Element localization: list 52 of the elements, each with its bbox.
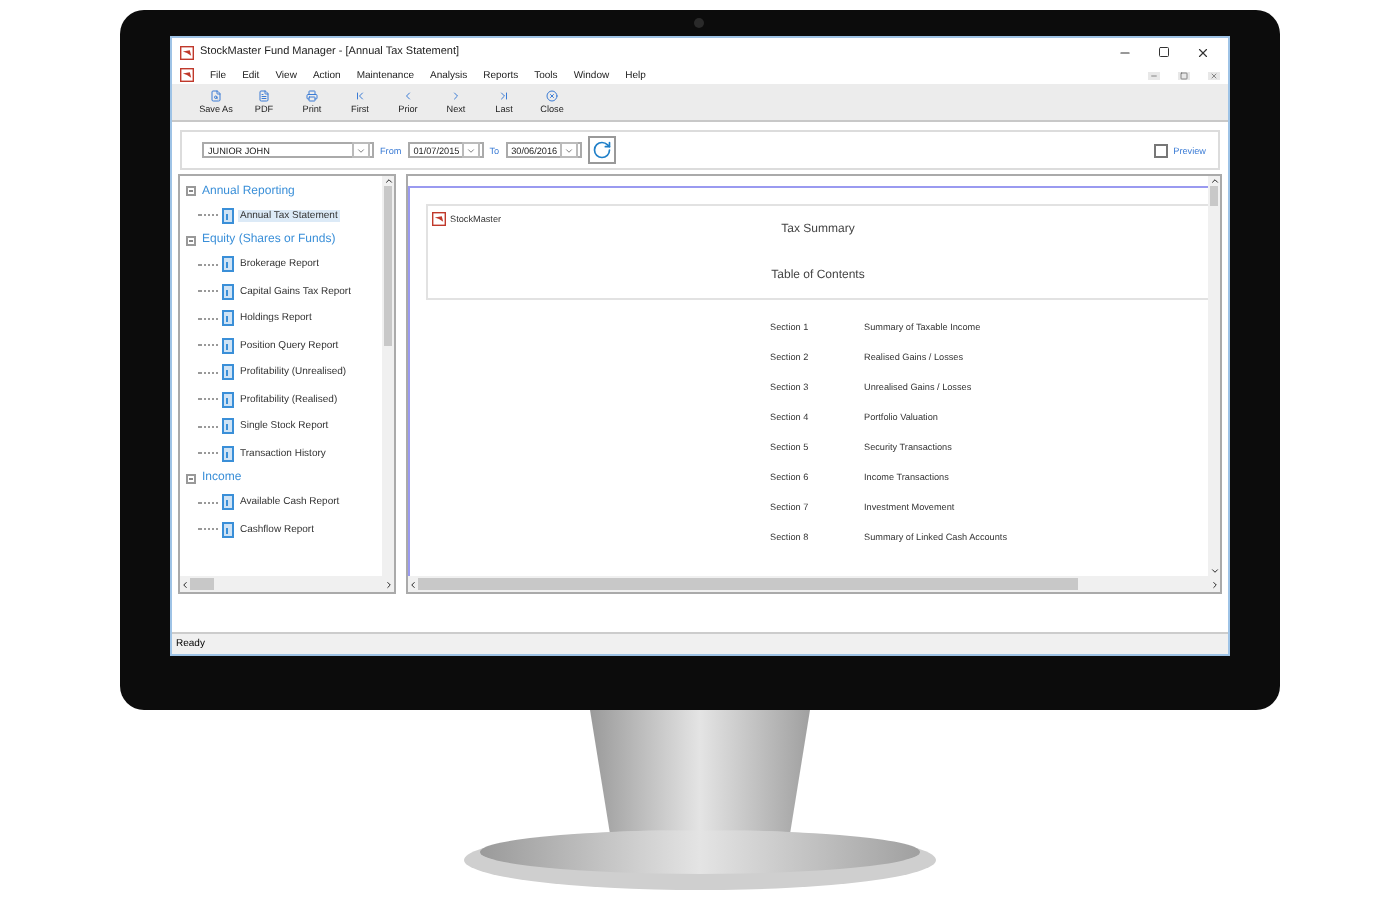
scroll-thumb[interactable] <box>418 578 1078 590</box>
refresh-button[interactable] <box>587 136 616 164</box>
horizontal-scrollbar[interactable] <box>408 576 1220 592</box>
caret-icon <box>356 145 366 155</box>
caret-icon <box>563 145 574 155</box>
scroll-thumb[interactable] <box>190 578 214 590</box>
logo-icon <box>180 68 194 82</box>
scroll-thumb[interactable] <box>384 186 392 346</box>
vertical-scrollbar[interactable] <box>1208 176 1220 576</box>
previous-icon <box>402 90 414 102</box>
vertical-scrollbar[interactable] <box>382 176 394 576</box>
preview-checkbox[interactable] <box>1153 143 1168 157</box>
logo-icon <box>180 45 194 59</box>
scroll-left-icon[interactable] <box>180 579 190 589</box>
camera-icon <box>694 18 704 28</box>
horizontal-scrollbar[interactable] <box>180 576 394 592</box>
report-icon <box>222 418 234 435</box>
collapse-icon[interactable] <box>186 473 196 483</box>
scroll-down-icon[interactable] <box>1209 566 1219 576</box>
report-icon <box>222 283 234 300</box>
next-icon <box>450 90 462 102</box>
last-icon <box>498 90 510 102</box>
printer-icon <box>306 90 318 102</box>
collapse-icon[interactable] <box>186 235 196 245</box>
document-icon <box>258 90 270 102</box>
report-icon <box>222 445 234 462</box>
report-icon <box>222 521 234 538</box>
scroll-up-icon[interactable] <box>1209 176 1219 186</box>
report-icon <box>222 364 234 381</box>
close-icon <box>1196 45 1210 59</box>
restore-icon <box>1180 71 1188 79</box>
minimize-icon <box>1150 71 1158 79</box>
scroll-up-icon[interactable] <box>383 176 393 186</box>
scroll-left-icon[interactable] <box>408 579 418 589</box>
report-icon <box>222 391 234 408</box>
report-icon <box>222 207 234 224</box>
report-icon <box>222 494 234 511</box>
first-icon <box>354 90 366 102</box>
caret-icon <box>465 145 476 155</box>
report-icon <box>222 337 234 354</box>
restore-button[interactable] <box>1178 71 1190 79</box>
logo-icon <box>432 212 446 226</box>
magnifier-document-icon <box>210 90 222 102</box>
scroll-right-icon[interactable] <box>384 579 394 589</box>
report-icon <box>222 310 234 327</box>
collapse-icon[interactable] <box>186 186 196 196</box>
scroll-right-icon[interactable] <box>1210 579 1220 589</box>
maximize-icon <box>1158 46 1170 58</box>
report-icon <box>222 256 234 273</box>
close-icon <box>546 90 558 102</box>
scroll-thumb[interactable] <box>1210 186 1218 206</box>
minimize-button[interactable] <box>1148 71 1160 79</box>
